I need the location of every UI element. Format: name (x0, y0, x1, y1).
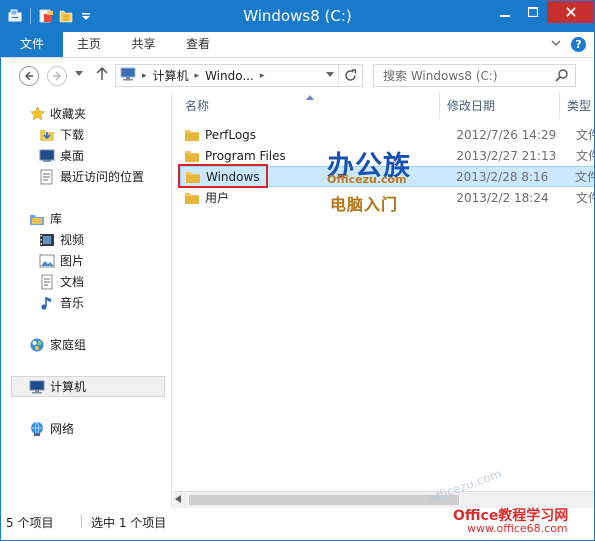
nav-item-downloads[interactable]: 下载 (39, 124, 84, 145)
nav-item-desktop[interactable]: 桌面 (39, 145, 84, 166)
nav-homegroup-label: 家庭组 (50, 338, 87, 352)
watermark-bottom-url: www.office68.com (467, 522, 568, 535)
breadcrumb-current[interactable]: Windo... (205, 69, 254, 83)
search-icon[interactable] (555, 68, 569, 85)
expand-ribbon-icon[interactable] (551, 39, 561, 50)
nav-item-label: 桌面 (60, 149, 85, 163)
folder-icon (184, 190, 200, 206)
navigation-bar: ▸ 计算机 ▸ Windo... ▸ 搜索 Windows8 (C:) (1, 58, 594, 93)
nav-item-label: 最近访问的位置 (60, 170, 145, 184)
address-dropdown-icon[interactable] (326, 71, 334, 80)
column-divider[interactable] (559, 93, 560, 119)
nav-item-label: 下载 (60, 128, 85, 142)
column-divider[interactable] (439, 93, 440, 119)
column-header-modified[interactable]: 修改日期 (447, 93, 495, 119)
nav-computer-label: 计算机 (50, 380, 87, 394)
forward-button[interactable] (47, 66, 67, 86)
network-icon (29, 421, 45, 437)
pictures-icon (39, 253, 55, 269)
selected-count: 选中 1 个项目 (91, 516, 167, 530)
back-button[interactable] (19, 66, 39, 86)
scrollbar-thumb[interactable] (189, 495, 459, 505)
tab-share[interactable]: 共享 (116, 32, 171, 57)
address-bar[interactable]: ▸ 计算机 ▸ Windo... ▸ (115, 64, 363, 87)
tab-file[interactable]: 文件 (1, 32, 63, 57)
nav-item-music[interactable]: 音乐 (39, 292, 84, 313)
computer-icon (29, 379, 45, 395)
window-controls (491, 1, 594, 23)
homegroup-icon (29, 337, 45, 353)
nav-item-label: 视频 (60, 233, 85, 247)
music-icon (39, 295, 55, 311)
desktop-icon (39, 148, 55, 164)
breadcrumb-separator-icon[interactable]: ▸ (195, 71, 200, 81)
ribbon-tabs: 文件 主页 共享 查看 ? (1, 32, 594, 58)
file-name: PerfLogs (205, 127, 257, 142)
nav-network-label: 网络 (50, 422, 75, 436)
file-row[interactable]: PerfLogs 2012/7/26 14:29 文件 (180, 124, 594, 145)
refresh-icon[interactable] (338, 65, 362, 86)
recent-places-icon (39, 169, 55, 185)
videos-icon (39, 232, 55, 248)
title-bar[interactable]: Windows8 (C:) (1, 1, 594, 32)
tab-home[interactable]: 主页 (63, 32, 115, 57)
nav-network[interactable]: 网络 (29, 418, 74, 439)
nav-libraries-label: 库 (50, 212, 63, 226)
nav-item-pictures[interactable]: 图片 (39, 250, 84, 271)
file-modified: 2013/2/28 8:16 (455, 169, 549, 184)
file-type: 文件 (575, 191, 594, 205)
maximize-icon[interactable] (519, 1, 547, 23)
close-icon[interactable] (547, 1, 594, 23)
watermark-domain: Officezu.com (327, 173, 407, 186)
nav-favorites-label: 收藏夹 (50, 107, 87, 121)
item-count: 5 个项目 (6, 516, 54, 530)
nav-item-label: 图片 (60, 254, 85, 268)
tab-view[interactable]: 查看 (172, 32, 224, 57)
help-icon[interactable]: ? (571, 37, 586, 52)
file-modified: 2013/2/2 18:24 (456, 190, 549, 205)
nav-computer[interactable]: 计算机 (11, 376, 165, 397)
library-icon (29, 211, 45, 227)
search-placeholder: 搜索 Windows8 (C:) (383, 69, 498, 83)
star-icon (29, 106, 45, 122)
documents-icon (39, 274, 55, 290)
scroll-left-icon[interactable] (175, 495, 181, 505)
file-modified: 2013/2/27 21:13 (456, 148, 557, 163)
nav-libraries[interactable]: 库 (29, 208, 62, 229)
file-type: 文件 (575, 128, 594, 142)
watermark-tagline: 电脑入门 (330, 195, 399, 214)
sort-ascending-icon (306, 93, 314, 102)
minimize-icon[interactable] (491, 1, 519, 23)
search-box[interactable]: 搜索 Windows8 (C:) (373, 64, 576, 87)
up-icon[interactable] (96, 66, 108, 85)
breadcrumb-separator-icon[interactable]: ▸ (260, 71, 265, 81)
nav-item-recent-places[interactable]: 最近访问的位置 (39, 166, 144, 187)
computer-icon (120, 67, 136, 84)
file-type: 文件 (575, 149, 594, 163)
nav-homegroup[interactable]: 家庭组 (29, 334, 86, 355)
explorer-window: Windows8 (C:) 文件 主页 共享 查看 ? ▸ 计算机 ▸ Wind… (0, 0, 595, 541)
nav-item-documents[interactable]: 文档 (39, 271, 84, 292)
ribbon-controls: ? (551, 37, 586, 52)
status-divider (81, 514, 82, 528)
nav-item-label: 文档 (60, 275, 85, 289)
navigation-pane: 收藏夹 下载 桌面 最近访问的位置 库 视频 图片 文档 音乐 家庭组 计算机 … (1, 93, 172, 509)
column-header-name[interactable]: 名称 (185, 93, 209, 119)
highlight-box (178, 164, 268, 188)
nav-item-label: 音乐 (60, 296, 85, 310)
file-modified: 2012/7/26 14:29 (456, 127, 557, 142)
file-type: 文件 (574, 170, 594, 184)
folder-icon (184, 148, 200, 164)
breadcrumb-computer[interactable]: 计算机 (153, 67, 189, 84)
recent-locations-icon[interactable] (75, 70, 83, 79)
nav-favorites[interactable]: 收藏夹 (29, 103, 86, 124)
breadcrumb-separator-icon[interactable]: ▸ (142, 71, 147, 81)
downloads-icon (39, 127, 55, 143)
column-header-type[interactable]: 类型 (567, 93, 591, 119)
nav-item-videos[interactable]: 视频 (39, 229, 84, 250)
folder-icon (184, 127, 200, 143)
